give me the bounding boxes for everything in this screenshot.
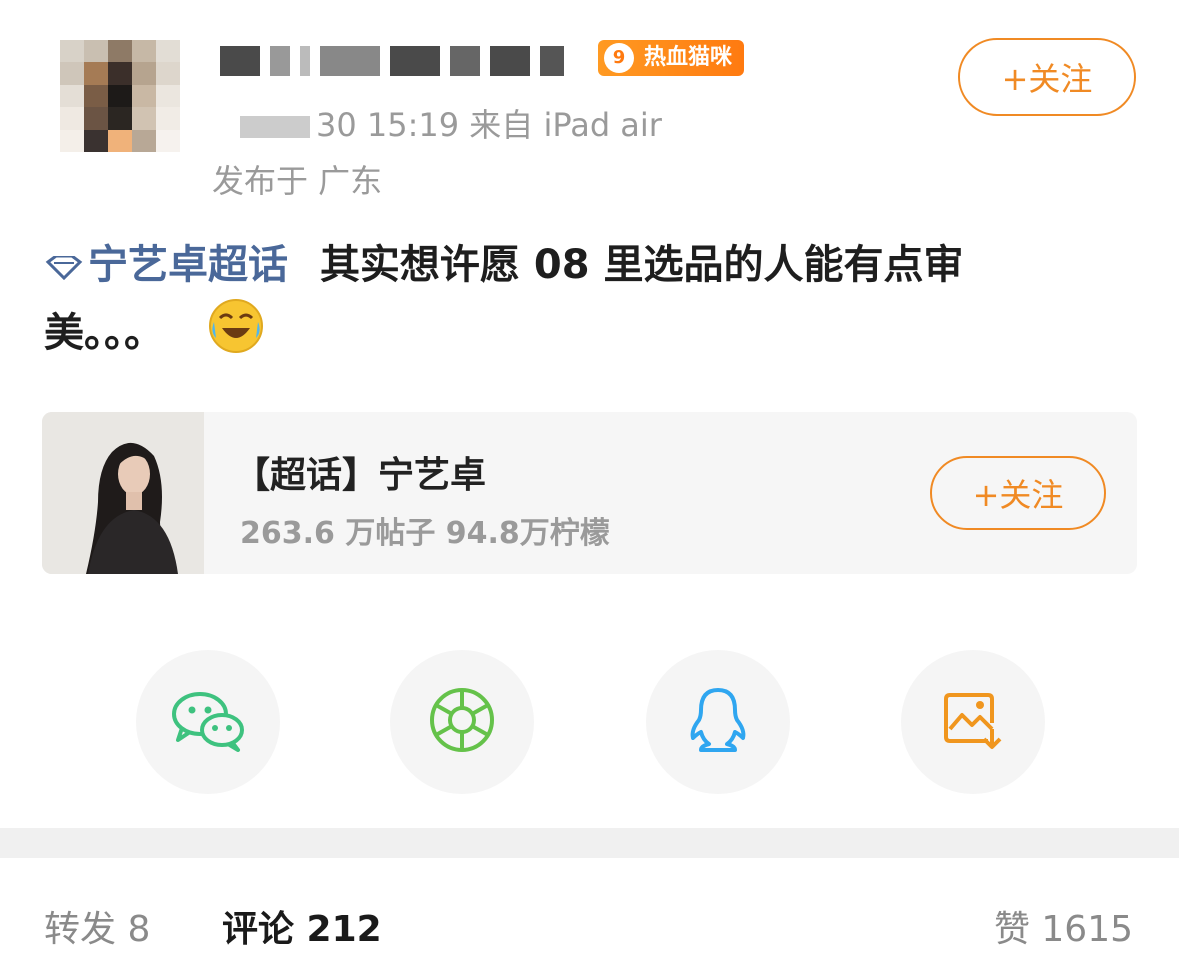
level-badge: 9 热血猫咪 (598, 40, 745, 76)
diamond-icon (44, 236, 84, 298)
share-qq-button[interactable] (646, 650, 790, 794)
post-content: 宁艺卓超话 其实想许愿 08 里选品的人能有点审 美。。。 (44, 234, 1144, 372)
super-topic-card[interactable]: 【超话】宁艺卓 263.6 万帖子 94.8万柠檬 +关注 (42, 412, 1137, 574)
avatar[interactable] (60, 40, 180, 152)
post-meta: 30 15:19 来自 iPad air (240, 100, 662, 146)
post-text-line1: 其实想许愿 08 里选品的人能有点审 (319, 242, 964, 288)
follow-topic-button[interactable]: +关注 (930, 456, 1106, 530)
follow-user-button[interactable]: +关注 (958, 38, 1136, 116)
save-image-icon (942, 689, 1004, 755)
section-divider (0, 828, 1179, 858)
tab-repost[interactable]: 转发 8 (44, 900, 150, 952)
share-moments-button[interactable] (390, 650, 534, 794)
post-text-line2: 美。。。 (44, 310, 164, 356)
tab-comment[interactable]: 评论 212 (222, 900, 382, 952)
topic-label: 宁艺卓超话 (88, 242, 288, 288)
topic-cover-image (42, 412, 204, 574)
qq-icon (687, 686, 749, 758)
redacted-date (240, 116, 310, 138)
laugh-cry-emoji-icon (208, 298, 264, 372)
post-location: 发布于 广东 (212, 162, 383, 200)
save-image-button[interactable] (901, 650, 1045, 794)
moments-icon (428, 686, 496, 758)
share-wechat-button[interactable] (136, 650, 280, 794)
post-time-source: 30 15:19 来自 iPad air (316, 106, 662, 144)
card-stats: 263.6 万帖子 94.8万柠檬 (240, 516, 610, 551)
level-number: 9 (604, 43, 634, 73)
username-redacted[interactable] (220, 40, 590, 82)
tab-like[interactable]: 赞 1615 (994, 900, 1133, 952)
card-title: 【超话】宁艺卓 (234, 455, 487, 496)
wechat-icon (170, 688, 246, 756)
topic-link[interactable]: 宁艺卓超话 (44, 242, 302, 288)
badge-text: 热血猫咪 (644, 45, 733, 70)
